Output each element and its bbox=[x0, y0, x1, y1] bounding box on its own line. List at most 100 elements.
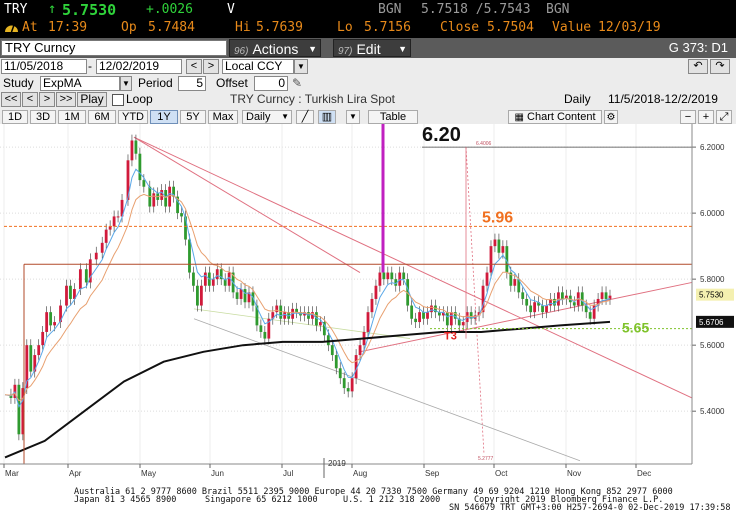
range-1y[interactable]: 1Y bbox=[150, 110, 178, 124]
y-tick-label: 6.2000 bbox=[700, 143, 725, 152]
candle-body bbox=[525, 298, 529, 306]
actions-menu-number: 96) bbox=[234, 46, 249, 57]
play-row: << < > >> Play Loop TRY Curncy : Turkish… bbox=[0, 92, 736, 108]
candle-body bbox=[259, 325, 263, 332]
candle-body bbox=[199, 285, 203, 306]
step-back-button[interactable]: < bbox=[22, 92, 38, 107]
period-label: Period bbox=[138, 76, 173, 90]
month-label: Jun bbox=[211, 469, 224, 478]
range-ytd[interactable]: YTD bbox=[118, 110, 148, 124]
actions-chevron-icon: ▼ bbox=[308, 44, 317, 54]
candle-body bbox=[295, 308, 298, 313]
candle-body bbox=[104, 229, 108, 243]
flag: V bbox=[227, 2, 235, 17]
candle-body bbox=[497, 239, 501, 253]
low-label: Lo bbox=[337, 20, 353, 35]
line-style-button[interactable]: ╱ bbox=[296, 110, 314, 124]
next-period-button[interactable]: > bbox=[203, 59, 219, 74]
candle-body bbox=[600, 292, 604, 299]
range-1d[interactable]: 1D bbox=[2, 110, 28, 124]
end-date-field[interactable]: 12/02/2019 bbox=[96, 59, 182, 74]
prev-period-button[interactable]: < bbox=[186, 59, 202, 74]
security-field[interactable]: TRY Curncy bbox=[1, 40, 227, 56]
frequency-select[interactable]: Daily ▼ bbox=[242, 110, 292, 124]
study-value: ExpMA bbox=[43, 76, 82, 90]
redo-button[interactable]: ↷ bbox=[710, 59, 730, 74]
candle-body bbox=[410, 305, 414, 319]
candle-body bbox=[350, 378, 354, 392]
price-change: +.0026 bbox=[146, 2, 193, 17]
price-chart[interactable]: 6.20 5.96 5.65 T3 6.4006 5.2777 6.2000 6.0000 5… bbox=[0, 124, 736, 486]
currency-dropdown-icon[interactable]: ▼ bbox=[294, 59, 308, 74]
candle-body bbox=[142, 180, 146, 187]
range-5y[interactable]: 5Y bbox=[180, 110, 206, 124]
candle-body bbox=[29, 345, 33, 372]
candle-body bbox=[422, 312, 425, 319]
candle-body bbox=[346, 388, 350, 392]
candle-body bbox=[513, 279, 517, 286]
period-field[interactable]: 5 bbox=[178, 76, 206, 91]
table-button[interactable]: Table bbox=[368, 110, 418, 124]
offset-field[interactable]: 0 bbox=[254, 76, 288, 91]
candle-body bbox=[338, 368, 342, 379]
month-label: Dec bbox=[637, 469, 651, 478]
month-label: Oct bbox=[495, 469, 508, 478]
last-button[interactable]: >> bbox=[56, 92, 76, 107]
candle-body bbox=[588, 312, 592, 319]
pencil-icon[interactable]: ✎ bbox=[292, 76, 302, 90]
candle-body bbox=[130, 140, 134, 161]
bar-style-button[interactable]: ▥ bbox=[318, 110, 336, 124]
chart-content-label: Chart Content bbox=[527, 111, 596, 123]
undo-button[interactable]: ↶ bbox=[688, 59, 708, 74]
range-6m[interactable]: 6M bbox=[88, 110, 116, 124]
candle-body bbox=[358, 345, 362, 356]
candle-body bbox=[572, 302, 576, 306]
last-price-tag-text: 5.7530 bbox=[699, 291, 724, 300]
edit-menu[interactable]: 97) Edit ▼ bbox=[333, 39, 411, 57]
zoom-in-button[interactable]: + bbox=[698, 110, 714, 124]
up-arrow-icon: ↑ bbox=[48, 1, 57, 17]
candle-body bbox=[493, 239, 497, 247]
settings-button[interactable]: ⚙ bbox=[604, 110, 618, 124]
chart-content-icon: ▦ bbox=[514, 112, 524, 123]
candle-body bbox=[17, 384, 21, 435]
play-button[interactable]: Play bbox=[77, 92, 107, 107]
last-price: 5.7530 bbox=[62, 1, 117, 19]
candle-body bbox=[243, 289, 247, 303]
step-forward-button[interactable]: > bbox=[39, 92, 55, 107]
currency-select[interactable]: Local CCY bbox=[222, 59, 294, 74]
candle-body bbox=[152, 193, 156, 207]
style-dropdown-icon[interactable]: ▼ bbox=[346, 110, 360, 124]
actions-menu[interactable]: 96) Actions ▼ bbox=[229, 39, 321, 57]
small-label-top: 6.4006 bbox=[476, 141, 492, 147]
month-label: May bbox=[141, 469, 156, 478]
study-select[interactable]: ExpMA bbox=[40, 76, 120, 91]
candle-body bbox=[215, 269, 219, 280]
candle-body bbox=[94, 252, 98, 260]
last-price-tag: 5.7530 bbox=[696, 288, 734, 301]
start-date-field[interactable]: 11/05/2018 bbox=[1, 59, 87, 74]
range-3d[interactable]: 3D bbox=[30, 110, 56, 124]
candle-body bbox=[529, 305, 533, 313]
fullscreen-button[interactable]: ⤢ bbox=[716, 110, 732, 124]
candle-body bbox=[533, 302, 537, 313]
ma-value-tag: 5.6706 bbox=[696, 315, 734, 328]
candle-body bbox=[279, 305, 283, 319]
security-name: TRY Curncy bbox=[5, 40, 76, 55]
chart-area[interactable]: 6.20 5.96 5.65 T3 6.4006 5.2777 6.2000 6.0000 5… bbox=[0, 124, 736, 486]
date-range-row: 11/05/2018 - 12/02/2019 < > Local CCY ▼ … bbox=[0, 58, 736, 75]
y-tick-label: 5.4000 bbox=[700, 407, 725, 416]
first-button[interactable]: << bbox=[1, 92, 21, 107]
footer-us: U.S. 1 212 318 2000 bbox=[343, 495, 441, 505]
candle-body bbox=[414, 318, 418, 323]
value-date: 12/03/19 bbox=[598, 20, 661, 35]
chart-content-button[interactable]: ▦ Chart Content bbox=[508, 110, 602, 124]
range-max[interactable]: Max bbox=[208, 110, 238, 124]
edit-menu-label: Edit bbox=[356, 41, 381, 57]
range-1m[interactable]: 1M bbox=[58, 110, 86, 124]
zoom-out-button[interactable]: − bbox=[680, 110, 696, 124]
quote-bar: TRY ↑ 5.7530 +.0026 V BGN 5.7518 /5.7543… bbox=[0, 0, 736, 38]
bar-chart-icon: ▥ bbox=[321, 111, 333, 123]
loop-checkbox[interactable] bbox=[112, 94, 124, 106]
study-dropdown-icon[interactable]: ▼ bbox=[120, 76, 132, 91]
